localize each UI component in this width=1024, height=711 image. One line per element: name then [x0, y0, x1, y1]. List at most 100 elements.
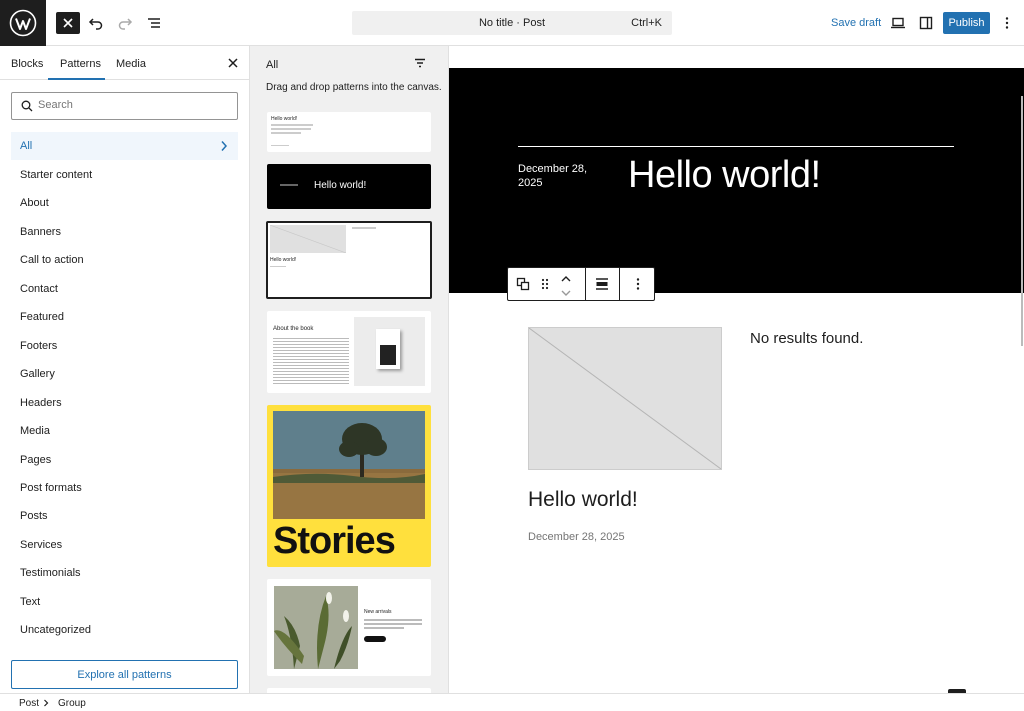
featured-image-placeholder[interactable]	[528, 327, 722, 470]
category-item[interactable]: Services	[11, 531, 238, 559]
category-item[interactable]: Banners	[11, 218, 238, 246]
category-all[interactable]: All	[11, 132, 238, 160]
pattern-preview[interactable]: Hello world!	[267, 112, 431, 152]
canvas-scrollbar[interactable]	[1021, 96, 1023, 346]
chevron-right-icon	[44, 699, 49, 707]
document-title: No title · Post	[478, 17, 546, 29]
active-tab-indicator	[48, 78, 105, 80]
block-options-button[interactable]	[630, 276, 646, 295]
pattern-preview-title: New arrivals	[364, 609, 392, 615]
text-line	[271, 145, 289, 146]
save-draft-button[interactable]: Save draft	[831, 17, 881, 29]
category-item[interactable]: Uncategorized	[11, 616, 238, 644]
inserter-sidebar: Blocks Patterns Media All Starter conten…	[0, 46, 250, 693]
pattern-search[interactable]	[11, 92, 238, 120]
close-sidebar-button[interactable]	[226, 56, 240, 70]
tab-media[interactable]: Media	[116, 58, 146, 70]
search-icon	[21, 100, 33, 112]
category-item[interactable]: Posts	[11, 502, 238, 530]
pattern-preview-selected[interactable]: Hello world!	[266, 221, 432, 299]
more-vertical-icon	[1005, 17, 1009, 29]
undo-button[interactable]	[84, 11, 108, 35]
category-item[interactable]: Media	[11, 417, 238, 445]
hero-date: December 28, 2025	[518, 163, 588, 189]
close-inserter-button[interactable]	[56, 12, 80, 34]
separator	[518, 146, 954, 147]
redo-icon	[118, 18, 133, 30]
more-vertical-icon	[636, 278, 640, 290]
category-item[interactable]: Pages	[11, 446, 238, 474]
landscape-image	[273, 411, 425, 519]
toolbar-separator	[585, 268, 586, 300]
command-palette-button[interactable]: No title · Post Ctrl+K	[352, 11, 672, 35]
image-placeholder	[270, 225, 346, 253]
text-line	[271, 132, 301, 134]
category-item[interactable]: Testimonials	[11, 559, 238, 587]
text-block	[273, 336, 349, 386]
publish-button[interactable]: Publish	[943, 12, 990, 34]
parent-block-button[interactable]	[515, 276, 531, 295]
hero-title[interactable]: Hello world!	[628, 154, 821, 197]
editor-header: No title · Post Ctrl+K Save draft Publis…	[0, 0, 1024, 46]
preview-button[interactable]	[886, 11, 910, 35]
category-item[interactable]: Contact	[11, 275, 238, 303]
wordpress-icon	[9, 9, 37, 37]
redo-button[interactable]	[113, 11, 137, 35]
toolbar-separator	[619, 268, 620, 300]
category-item[interactable]: Starter content	[11, 161, 238, 189]
align-button[interactable]	[594, 276, 610, 295]
move-down-button[interactable]	[560, 286, 572, 301]
drag-handle-icon	[541, 278, 549, 290]
desktop-icon	[891, 17, 905, 29]
breadcrumb-item-post[interactable]: Post	[19, 698, 39, 709]
category-item[interactable]: Call to action	[11, 246, 238, 274]
chevron-down-icon	[561, 290, 571, 296]
category-item[interactable]: Post formats	[11, 474, 238, 502]
align-full-icon	[596, 278, 608, 290]
inserter-tabs: Blocks Patterns Media	[0, 46, 249, 80]
pattern-preview[interactable]: Stories	[267, 405, 431, 567]
undo-icon	[88, 18, 103, 30]
cover-block[interactable]: December 28, 2025 Hello world!	[449, 68, 1024, 293]
preview-button	[364, 636, 386, 642]
category-item[interactable]: About	[11, 189, 238, 217]
category-item[interactable]: Footers	[11, 332, 238, 360]
pattern-preview-title: Stories	[273, 520, 396, 562]
book-cover	[376, 329, 400, 369]
category-item[interactable]: Headers	[11, 389, 238, 417]
category-item[interactable]: Gallery	[11, 360, 238, 388]
search-input[interactable]	[38, 99, 228, 111]
pattern-preview[interactable]: Hello world!	[267, 164, 431, 209]
text-line	[364, 619, 422, 621]
category-item[interactable]: Text	[11, 588, 238, 616]
document-overview-button[interactable]	[142, 11, 166, 35]
pattern-preview-title: Hello world!	[270, 257, 297, 263]
wordpress-logo-button[interactable]	[0, 0, 46, 46]
list-view-icon	[148, 18, 160, 28]
book-art	[380, 345, 396, 365]
options-button[interactable]	[995, 11, 1019, 35]
pattern-preview[interactable]: New arrivals	[267, 579, 431, 676]
close-icon	[63, 18, 73, 28]
post-title[interactable]: Hello world!	[528, 488, 638, 512]
pattern-preview-title: About the book	[273, 326, 314, 332]
breadcrumb-item-group[interactable]: Group	[58, 698, 86, 709]
tab-blocks[interactable]: Blocks	[11, 58, 43, 70]
pattern-preview-title: Hello world!	[314, 180, 367, 191]
drag-handle[interactable]	[539, 276, 551, 295]
filter-button[interactable]	[413, 56, 427, 73]
command-shortcut: Ctrl+K	[631, 17, 662, 29]
editor-canvas[interactable]: December 28, 2025 Hello world! No result…	[449, 46, 1024, 693]
explore-all-patterns-button[interactable]: Explore all patterns	[11, 660, 238, 689]
settings-sidebar-button[interactable]	[914, 11, 938, 35]
text-line	[271, 124, 313, 126]
category-item[interactable]: Featured	[11, 303, 238, 331]
placeholder-diagonal	[528, 327, 722, 470]
close-icon	[228, 58, 238, 68]
move-up-button[interactable]	[560, 272, 572, 287]
block-toolbar	[507, 267, 655, 301]
tab-patterns[interactable]: Patterns	[60, 58, 101, 70]
text-line	[270, 266, 286, 267]
pattern-preview[interactable]: About the book	[267, 311, 431, 393]
no-results-text: No results found.	[750, 330, 864, 347]
